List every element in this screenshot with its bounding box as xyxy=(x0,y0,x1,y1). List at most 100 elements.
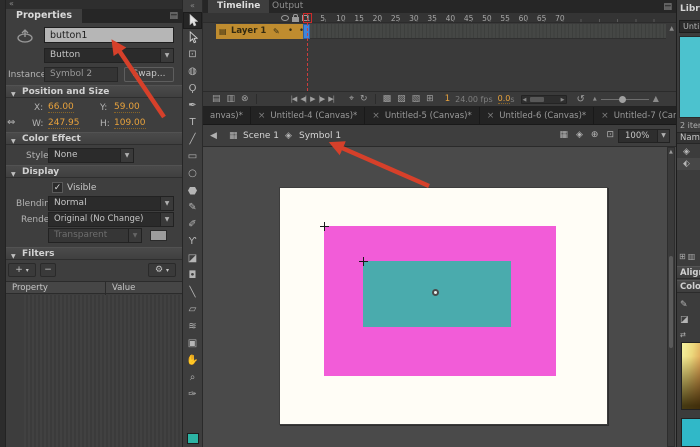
pen-tool[interactable]: ✒ xyxy=(183,97,202,114)
frame-rate-label[interactable]: 24.00 fps xyxy=(455,95,493,104)
subselection-tool[interactable] xyxy=(183,29,202,46)
eyedropper-tool[interactable]: ╲ xyxy=(183,284,202,301)
delete-layer-icon[interactable]: ⊗ xyxy=(241,94,249,104)
section-display[interactable]: ▼ Display xyxy=(6,165,182,178)
color-picker-gradient[interactable] xyxy=(681,342,700,410)
chevron-down-icon[interactable]: ▼ xyxy=(120,149,133,162)
visible-checkbox[interactable]: ✓ xyxy=(52,182,63,193)
symbol-type-select[interactable]: Button ▼ xyxy=(44,48,174,63)
new-folder-icon[interactable]: ▥ xyxy=(227,94,236,104)
playhead-line[interactable] xyxy=(307,13,308,91)
panel-menu-icon[interactable]: ▤ xyxy=(663,2,672,12)
swap-button[interactable]: Swap... xyxy=(124,67,174,82)
edit-symbols-icon[interactable]: ◈ xyxy=(576,130,583,140)
center-frame-icon[interactable]: ⌖ xyxy=(349,94,354,104)
center-stage-icon[interactable]: ⊕ xyxy=(591,130,599,140)
show-hide-layers-icon[interactable] xyxy=(281,15,289,21)
layer-1-row[interactable]: ▤ Layer 1 ✎ • • xyxy=(216,24,308,39)
timeline-h-scrollbar[interactable]: ◀ ▶ xyxy=(521,95,567,104)
document-tab-3[interactable]: ×Untitled-5 (Canvas)* xyxy=(365,107,479,125)
remove-filter-button[interactable]: − xyxy=(40,263,56,277)
close-icon[interactable]: × xyxy=(601,111,609,121)
tab-align[interactable]: Align xyxy=(677,266,700,279)
fill-color-icon[interactable]: ◪ xyxy=(680,315,689,325)
zoom-tool[interactable]: ⌕ xyxy=(183,369,202,386)
swap-colors-icon[interactable]: ⇄ xyxy=(680,331,686,339)
text-tool[interactable]: T xyxy=(183,114,202,131)
scrollbar-thumb[interactable] xyxy=(669,256,673,348)
playhead-frame-marker[interactable] xyxy=(303,13,312,23)
stage-zoom-select[interactable]: 100% ▼ xyxy=(618,129,670,143)
zoom-out-frames-icon[interactable]: ▲ xyxy=(593,96,597,102)
timeline-zoom-slider[interactable]: ▲ ▲ xyxy=(593,94,659,104)
3d-rotation-tool[interactable]: ◍ xyxy=(183,63,202,80)
new-symbol-icon[interactable]: ⊞ xyxy=(679,252,688,261)
line-tool[interactable]: ╱ xyxy=(183,131,202,148)
edit-scene-icon[interactable]: ▦ xyxy=(559,130,568,140)
loop-icon[interactable]: ↻ xyxy=(360,94,368,104)
layer-visibility-dot[interactable]: • xyxy=(288,24,293,39)
layer-name[interactable]: Layer 1 xyxy=(231,24,266,39)
selection-tool[interactable] xyxy=(183,12,202,29)
back-arrow-icon[interactable]: ◀ xyxy=(210,131,217,141)
scroll-up-icon[interactable]: ▲ xyxy=(669,149,673,155)
timeline-ruler[interactable]: 1510152025303540455055606570 xyxy=(203,13,676,23)
paint-bucket-tool[interactable]: ◪ xyxy=(183,250,202,267)
scroll-left-icon[interactable]: ◀ xyxy=(523,97,527,103)
free-transform-tool[interactable]: ⊡ xyxy=(183,46,202,63)
constrain-proportions-icon[interactable]: ⇔ xyxy=(7,117,15,128)
hand-tool[interactable]: ✋ xyxy=(183,352,202,369)
style-select[interactable]: None ▼ xyxy=(48,148,134,163)
canvas-v-scrollbar[interactable]: ▲ xyxy=(667,147,675,447)
play-icon[interactable]: ▶ xyxy=(310,95,314,103)
section-filters[interactable]: ▼ Filters xyxy=(6,247,182,260)
section-color-effect[interactable]: ▼ Color Effect xyxy=(6,132,182,145)
chevron-down-icon[interactable]: ▼ xyxy=(657,130,669,142)
chevron-down-icon[interactable]: ▼ xyxy=(160,197,173,210)
undo-icon[interactable]: ↺ xyxy=(577,94,585,105)
filter-options-button[interactable]: ⚙ ▾ xyxy=(148,263,176,277)
filters-list-area[interactable] xyxy=(6,295,182,447)
step-forward-icon[interactable]: |▶ xyxy=(318,95,324,103)
h-value[interactable]: 109.00 xyxy=(114,118,146,129)
column-property[interactable]: Property xyxy=(6,282,106,295)
lasso-tool[interactable]: Ϙ xyxy=(183,80,202,97)
x-value[interactable]: 66.00 xyxy=(48,102,74,113)
scroll-right-icon[interactable]: ▶ xyxy=(561,97,565,103)
blending-select[interactable]: Normal ▼ xyxy=(48,196,174,211)
onion-skin-outlines-icon[interactable]: ▨ xyxy=(397,94,406,104)
library-list-item[interactable]: ⬖ xyxy=(677,158,700,170)
pencil-tool[interactable]: ✎ xyxy=(183,199,202,216)
library-panel-title[interactable]: Libra xyxy=(680,4,700,14)
fill-color-swatch[interactable] xyxy=(187,433,199,444)
collapse-chevron-icon[interactable]: « xyxy=(183,1,202,10)
close-icon[interactable]: × xyxy=(372,111,380,121)
section-position-and-size[interactable]: ▼ Position and Size xyxy=(6,85,182,98)
tab-timeline[interactable]: Timeline xyxy=(208,0,269,13)
stage[interactable] xyxy=(279,187,608,425)
transform-point[interactable] xyxy=(432,289,439,296)
bone-tool[interactable]: Ƴ xyxy=(183,233,202,250)
w-value[interactable]: 247.95 xyxy=(48,118,80,129)
modify-markers-icon[interactable]: ⊞ xyxy=(426,94,434,104)
instance-name-input[interactable] xyxy=(44,27,174,43)
stroke-color-icon[interactable]: ✑ xyxy=(183,386,202,403)
close-icon[interactable]: × xyxy=(258,111,266,121)
brush-tool[interactable]: ✐ xyxy=(183,216,202,233)
document-tab-5[interactable]: ×Untitled-7 (Canvas)* xyxy=(594,107,676,125)
collapse-chevron-icon[interactable]: « xyxy=(9,0,14,8)
document-tab-2[interactable]: ×Untitled-4 (Canvas)* xyxy=(251,107,365,125)
camera-tool[interactable]: ▣ xyxy=(183,335,202,352)
ink-bottle-tool[interactable]: ◘ xyxy=(183,267,202,284)
column-value[interactable]: Value xyxy=(106,282,182,295)
breadcrumb-symbol[interactable]: Symbol 1 xyxy=(299,131,341,141)
library-document-select[interactable]: Unti xyxy=(679,20,700,33)
tab-color[interactable]: Color xyxy=(677,280,700,293)
new-layer-icon[interactable]: ▤ xyxy=(212,94,221,104)
instance-of-field[interactable]: Symbol 2 xyxy=(44,67,118,82)
close-icon[interactable]: × xyxy=(487,111,495,121)
stroke-color-icon[interactable]: ✎ xyxy=(680,300,688,310)
oval-tool[interactable]: ○ xyxy=(183,165,202,182)
canvas-pasteboard[interactable]: ▲ xyxy=(203,147,676,447)
go-to-first-frame-icon[interactable]: |◀ xyxy=(291,95,297,103)
